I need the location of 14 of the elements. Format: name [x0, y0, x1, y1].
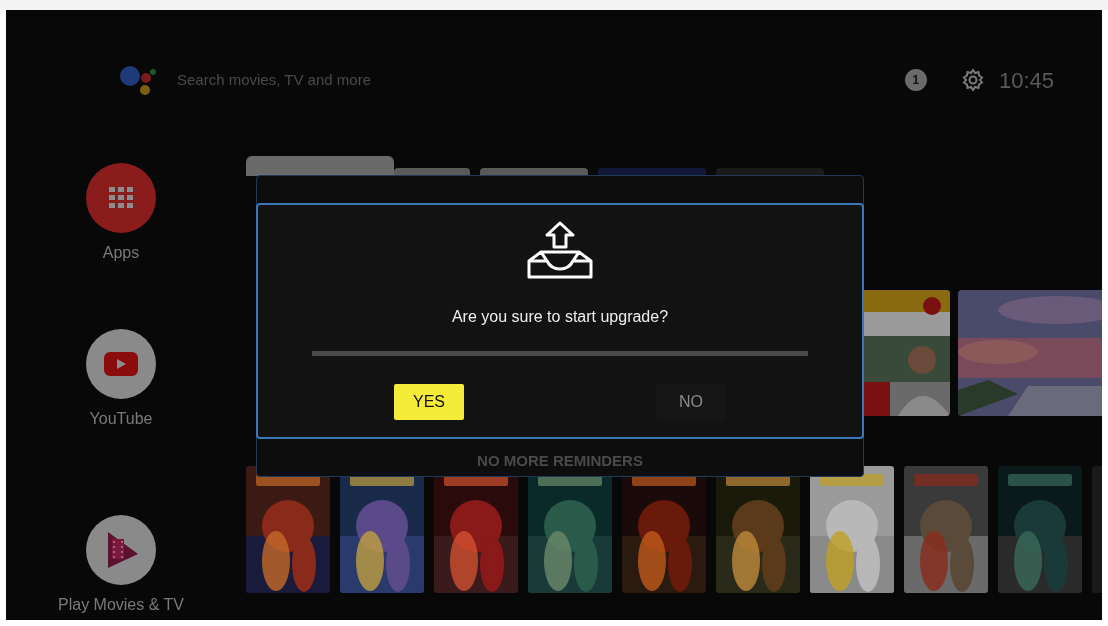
app-label: Play Movies & TV [58, 595, 184, 615]
app-label: YouTube [89, 409, 153, 429]
row-card[interactable] [246, 156, 394, 176]
assistant-icon[interactable] [119, 64, 157, 96]
no-more-reminders-button[interactable]: NO MORE REMINDERS [477, 449, 643, 472]
clock-time: 10:45 [998, 66, 1054, 95]
dialog-button[interactable]: YES [394, 384, 464, 420]
settings-icon[interactable] [960, 68, 985, 92]
search-field[interactable]: Search movies, TV and more [177, 68, 371, 92]
notification-badge[interactable]: 1 [904, 69, 927, 91]
dialog-message: Are you sure to start upgrade? [451, 307, 669, 327]
dialog-button[interactable]: NO [656, 384, 726, 420]
upload-tray-icon [527, 221, 593, 279]
app-label: Apps [102, 243, 140, 263]
